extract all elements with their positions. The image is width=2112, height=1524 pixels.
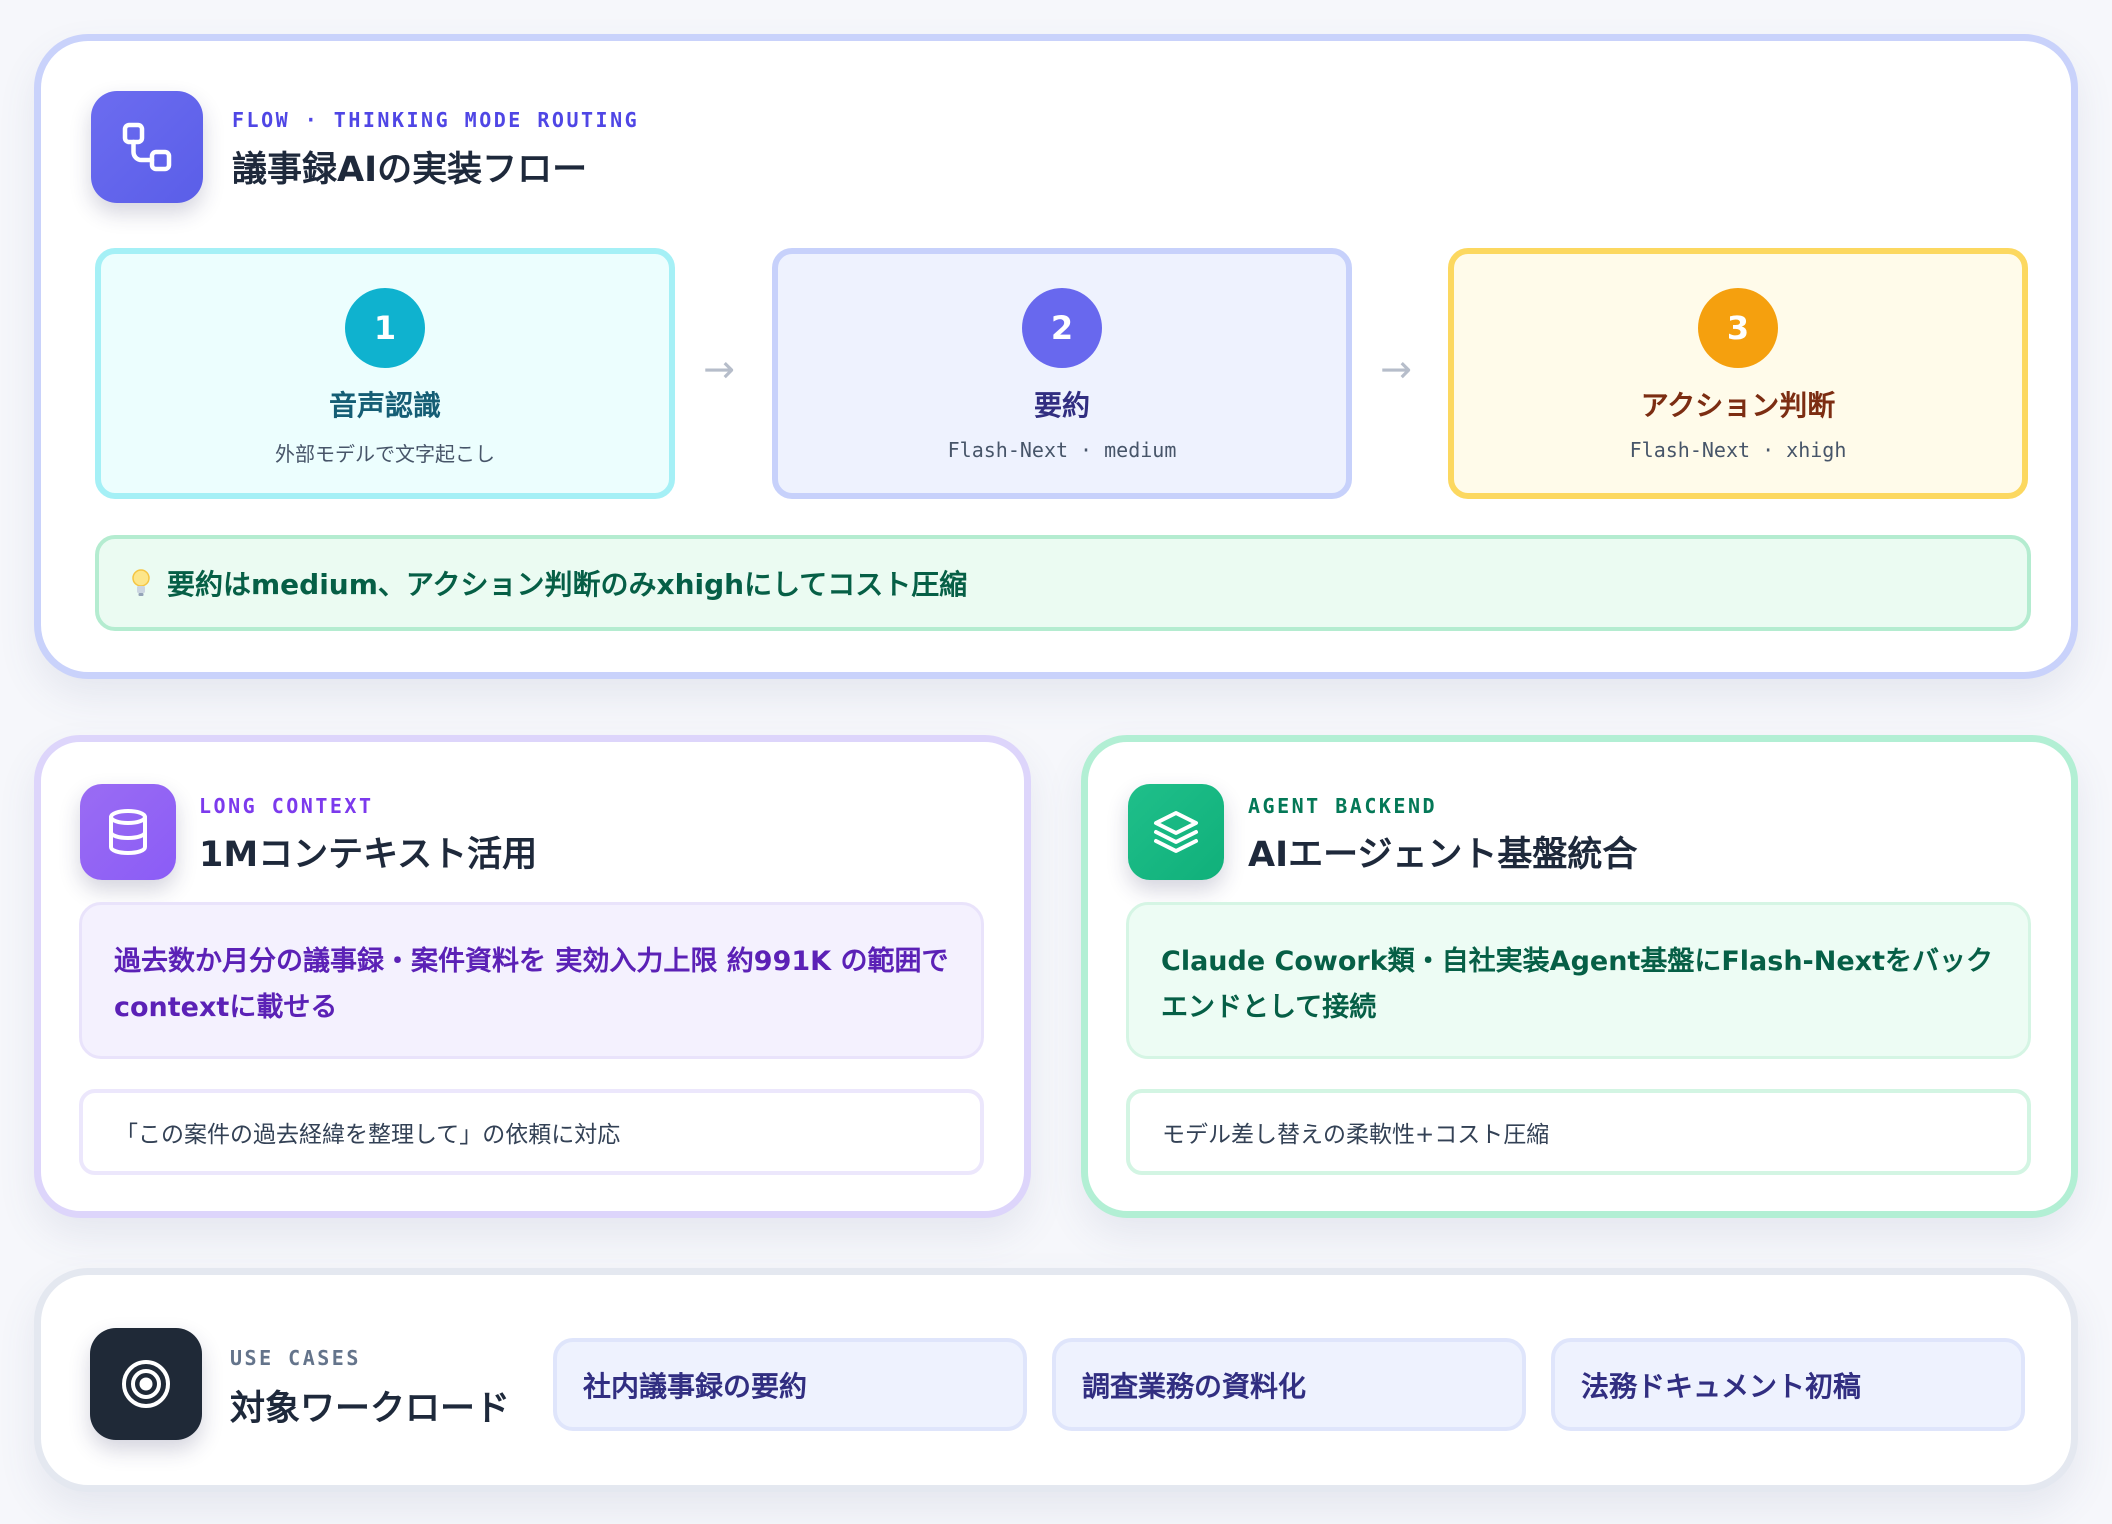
step-number: 2 <box>1022 288 1102 368</box>
agent-backend-card: AGENT BACKEND AIエージェント基盤統合 Claude Cowork… <box>1081 735 2078 1218</box>
flow-step-3: 3 アクション判断 Flash-Next · xhigh <box>1448 248 2028 499</box>
use-case-chip: 社内議事録の要約 <box>553 1338 1027 1431</box>
flow-step-1: 1 音声認識 外部モデルで文字起こし <box>95 248 675 499</box>
arrow-right-icon: → <box>1380 347 1412 391</box>
long-context-note: 「この案件の過去経緯を整理して」の依頼に対応 <box>79 1089 984 1175</box>
arrow-right-icon: → <box>703 347 735 391</box>
agent-backend-note: モデル差し替えの柔軟性+コスト圧縮 <box>1126 1089 2031 1175</box>
long-context-card: LONG CONTEXT 1Mコンテキスト活用 過去数か月分の議事録・案件資料を… <box>34 735 1031 1218</box>
use-cases-card: USE CASES 対象ワークロード 社内議事録の要約 調査業務の資料化 法務ド… <box>34 1268 2078 1492</box>
database-icon <box>80 784 176 880</box>
flow-eyebrow: FLOW · THINKING MODE ROUTING <box>232 108 640 132</box>
workflow-icon <box>91 91 203 203</box>
step-number: 3 <box>1698 288 1778 368</box>
use-case-chip: 調査業務の資料化 <box>1052 1338 1526 1431</box>
step-subtitle: Flash-Next · medium <box>947 438 1177 462</box>
step-subtitle: Flash-Next · xhigh <box>1629 438 1847 462</box>
flow-card: FLOW · THINKING MODE ROUTING 議事録AIの実装フロー… <box>34 34 2078 679</box>
long-context-body: 過去数か月分の議事録・案件資料を 実効入力上限 約991K の範囲でcontex… <box>79 902 984 1059</box>
step-subtitle: 外部モデルで文字起こし <box>275 442 495 466</box>
use-case-chip: 法務ドキュメント初稿 <box>1551 1338 2025 1431</box>
agent-backend-title: AIエージェント基盤統合 <box>1248 835 1638 875</box>
long-context-eyebrow: LONG CONTEXT <box>199 794 374 818</box>
step-title: アクション判断 <box>1640 389 1836 422</box>
layers-icon <box>1128 784 1224 880</box>
target-icon <box>90 1328 202 1440</box>
agent-backend-eyebrow: AGENT BACKEND <box>1248 794 1438 818</box>
flow-step-2: 2 要約 Flash-Next · medium <box>772 248 1352 499</box>
tip-banner: 要約はmedium、アクション判断のみxhighにしてコスト圧縮 <box>95 535 2031 631</box>
step-title: 音声認識 <box>328 389 441 422</box>
agent-backend-body: Claude Cowork類・自社実装Agent基盤にFlash-Nextをバッ… <box>1126 902 2031 1059</box>
long-context-title: 1Mコンテキスト活用 <box>199 835 538 875</box>
flow-title: 議事録AIの実装フロー <box>232 150 588 190</box>
use-cases-title: 対象ワークロード <box>230 1389 511 1429</box>
step-number: 1 <box>345 288 425 368</box>
use-cases-eyebrow: USE CASES <box>230 1346 361 1370</box>
tip-text: 要約はmedium、アクション判断のみxhighにしてコスト圧縮 <box>167 568 968 601</box>
lightbulb-icon <box>132 569 150 596</box>
step-title: 要約 <box>1033 389 1090 422</box>
